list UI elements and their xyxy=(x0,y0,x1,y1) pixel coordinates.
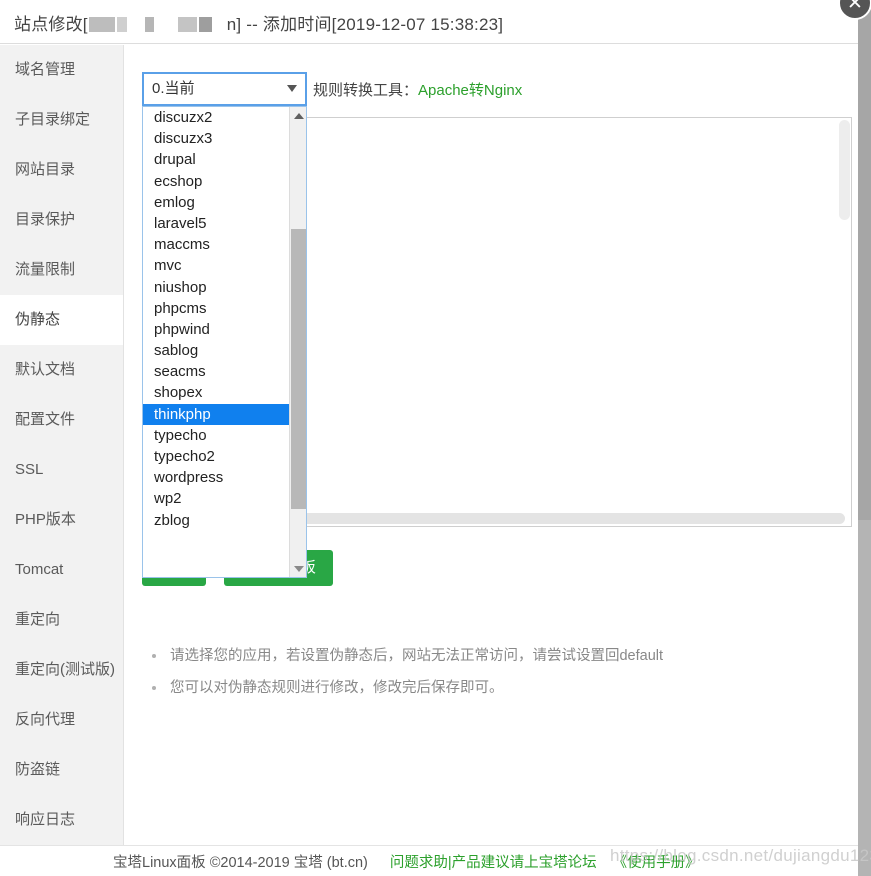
rewrite-preset-option-list[interactable]: discuzx2discuzx3drupalecshopemloglaravel… xyxy=(143,107,290,577)
dropdown-option[interactable]: sablog xyxy=(143,340,290,361)
page-scrollbar[interactable] xyxy=(858,0,871,876)
sidebar-item[interactable]: 子目录绑定 xyxy=(0,95,123,145)
dropdown-option[interactable]: phpcms xyxy=(143,298,290,319)
sidebar-item[interactable]: 重定向 xyxy=(0,595,123,645)
help-tip-item: 您可以对伪静态规则进行修改，修改完后保存即可。 xyxy=(142,672,832,704)
dropdown-option[interactable]: seacms xyxy=(143,361,290,382)
sidebar-item[interactable]: 伪静态 xyxy=(0,295,123,345)
dropdown-option[interactable]: laravel5 xyxy=(143,213,290,234)
sidebar-item[interactable]: 防盗链 xyxy=(0,745,123,795)
sidebar-item[interactable]: Tomcat xyxy=(0,545,123,595)
dropdown-option[interactable]: niushop xyxy=(143,277,290,298)
rewrite-preset-dropdown[interactable]: discuzx2discuzx3drupalecshopemloglaravel… xyxy=(142,106,307,578)
apache-to-nginx-link[interactable]: Apache转Nginx xyxy=(418,82,522,99)
footer-copyright: 宝塔Linux面板 ©2014-2019 宝塔 (bt.cn) xyxy=(113,855,368,871)
sidebar-item[interactable]: 目录保护 xyxy=(0,195,123,245)
dropdown-option[interactable]: mvc xyxy=(143,255,290,276)
footer-content: 宝塔Linux面板 ©2014-2019 宝塔 (bt.cn) 问题求助|产品建议… xyxy=(113,851,700,872)
chevron-down-icon xyxy=(287,85,297,92)
dropdown-option[interactable]: drupal xyxy=(143,149,290,170)
sidebar-item[interactable]: 配置文件 xyxy=(0,395,123,445)
sidebar-item[interactable]: 重定向(测试版) xyxy=(0,645,123,695)
dropdown-option[interactable]: emlog xyxy=(143,192,290,213)
dropdown-option[interactable]: maccms xyxy=(143,234,290,255)
dropdown-option[interactable]: thinkphp xyxy=(143,404,290,425)
settings-sidebar: 域名管理子目录绑定网站目录目录保护流量限制伪静态默认文档配置文件SSLPHP版本… xyxy=(0,45,124,845)
sidebar-item[interactable]: SSL xyxy=(0,445,123,495)
page-scroll-thumb[interactable] xyxy=(858,0,871,520)
dropdown-option[interactable]: shopex xyxy=(143,382,290,403)
rewrite-preset-select[interactable]: 0.当前 xyxy=(142,72,307,106)
rule-tool-label: 规则转换工具： xyxy=(313,82,418,99)
rewrite-panel: 规则转换工具：Apache转Nginx 0.当前 discuzx2discuzx… xyxy=(125,45,858,845)
sidebar-item[interactable]: 网站目录 xyxy=(0,145,123,195)
help-tips: 请选择您的应用，若设置伪静态后，网站无法正常访问，请尝试设置回default您可… xyxy=(142,640,832,704)
dropdown-option[interactable]: wordpress xyxy=(143,467,290,488)
dropdown-option[interactable]: discuzx2 xyxy=(143,107,290,128)
rewrite-preset-value: 0.当前 xyxy=(152,80,195,97)
triangle-down-icon[interactable] xyxy=(290,560,307,577)
rule-tool-line: 规则转换工具：Apache转Nginx xyxy=(313,79,522,100)
redacted-block xyxy=(89,17,115,32)
dropdown-option[interactable]: ecshop xyxy=(143,171,290,192)
dialog-title-bar: 站点修改[ n] -- 添加时间[2019-12-07 15:38:23] xyxy=(0,0,858,44)
forum-link[interactable]: 问题求助|产品建议请上宝塔论坛 xyxy=(390,855,597,871)
triangle-up-icon[interactable] xyxy=(290,107,307,124)
redacted-block xyxy=(199,17,212,32)
editor-vertical-scrollbar[interactable] xyxy=(837,118,851,512)
dropdown-option[interactable]: zblog xyxy=(143,510,290,531)
title-suffix: ] xyxy=(498,15,503,34)
dropdown-option[interactable]: discuzx3 xyxy=(143,128,290,149)
panel-footer: 宝塔Linux面板 ©2014-2019 宝塔 (bt.cn) 问题求助|产品建议… xyxy=(0,845,858,876)
sidebar-item[interactable]: 反向代理 xyxy=(0,695,123,745)
redacted-block xyxy=(178,17,197,32)
editor-vertical-scroll-thumb[interactable] xyxy=(839,120,850,220)
dropdown-option[interactable]: typecho xyxy=(143,425,290,446)
dropdown-option[interactable]: phpwind xyxy=(143,319,290,340)
dropdown-scrollbar[interactable] xyxy=(289,107,306,577)
title-middle: n] -- 添加时间[ xyxy=(227,15,337,34)
title-timestamp: 2019-12-07 15:38:23 xyxy=(337,15,499,34)
sidebar-item[interactable]: 域名管理 xyxy=(0,45,123,95)
title-prefix: 站点修改[ xyxy=(14,15,88,34)
redacted-block xyxy=(145,17,154,32)
close-glyph: ✕ xyxy=(847,0,863,13)
rewrite-preset-select-wrap[interactable]: 0.当前 xyxy=(142,72,307,106)
sidebar-item[interactable]: 流量限制 xyxy=(0,245,123,295)
help-tip-item: 请选择您的应用，若设置伪静态后，网站无法正常访问，请尝试设置回default xyxy=(142,640,832,672)
page-title: 站点修改[ n] -- 添加时间[2019-12-07 15:38:23] xyxy=(14,10,503,35)
dropdown-scroll-thumb[interactable] xyxy=(291,229,306,509)
manual-link[interactable]: 《使用手册》 xyxy=(613,855,700,871)
dropdown-option[interactable]: typecho2 xyxy=(143,446,290,467)
dropdown-option[interactable]: wp2 xyxy=(143,488,290,509)
sidebar-item[interactable]: 响应日志 xyxy=(0,795,123,845)
redacted-block xyxy=(117,17,127,32)
sidebar-item[interactable]: 默认文档 xyxy=(0,345,123,395)
sidebar-item[interactable]: PHP版本 xyxy=(0,495,123,545)
